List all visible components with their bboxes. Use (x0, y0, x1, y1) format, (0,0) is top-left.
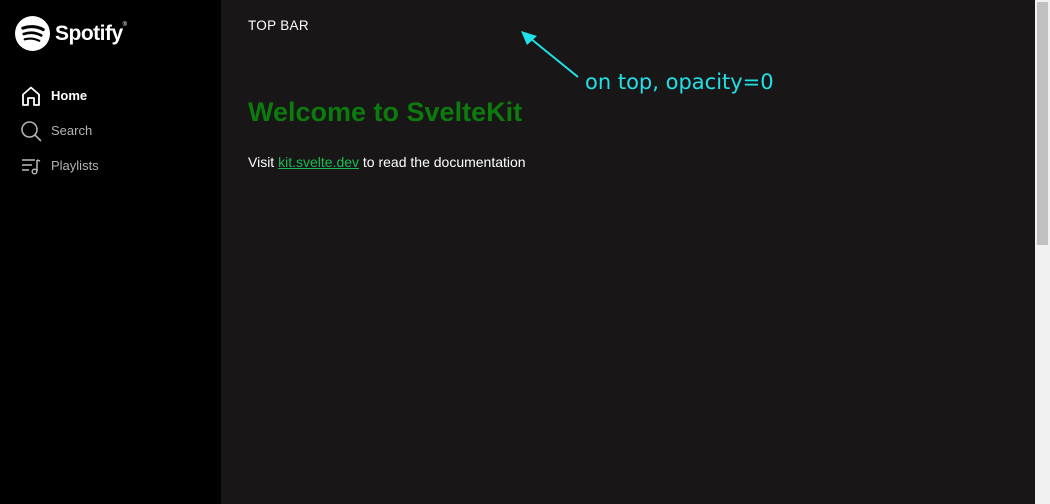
sidebar-item-label: Home (51, 88, 88, 103)
docs-link[interactable]: kit.svelte.dev (278, 154, 359, 170)
sidebar-item-label: Search (51, 123, 93, 138)
home-icon (20, 85, 42, 107)
sidebar-item-label: Playlists (51, 158, 99, 173)
paragraph-after-text: to read the documentation (359, 154, 526, 170)
paragraph-before-text: Visit (248, 154, 279, 170)
annotation-text: on top, opacity=0 (585, 70, 774, 94)
sidebar-item-search[interactable]: Search (20, 113, 99, 148)
annotation-arrow-icon (521, 31, 579, 78)
search-icon (20, 120, 42, 142)
playlist-icon (20, 155, 42, 177)
sidebar-nav: Home Search Playlists (20, 78, 99, 183)
spotify-wordmark: Spotify® (55, 21, 127, 45)
scrollbar-thumb[interactable] (1037, 2, 1048, 245)
spotify-logo-icon (15, 16, 50, 51)
spotify-logo[interactable]: Spotify® (15, 16, 127, 51)
vertical-scrollbar[interactable] (1035, 0, 1050, 504)
sidebar: Spotify® Home Search Playlists (0, 0, 221, 504)
intro-paragraph: Visit kit.svelte.dev to read the documen… (248, 154, 526, 170)
top-bar-label: TOP BAR (248, 18, 309, 33)
sidebar-item-home[interactable]: Home (20, 78, 99, 113)
sidebar-item-playlists[interactable]: Playlists (20, 148, 99, 183)
page-title: Welcome to SvelteKit (248, 97, 523, 127)
